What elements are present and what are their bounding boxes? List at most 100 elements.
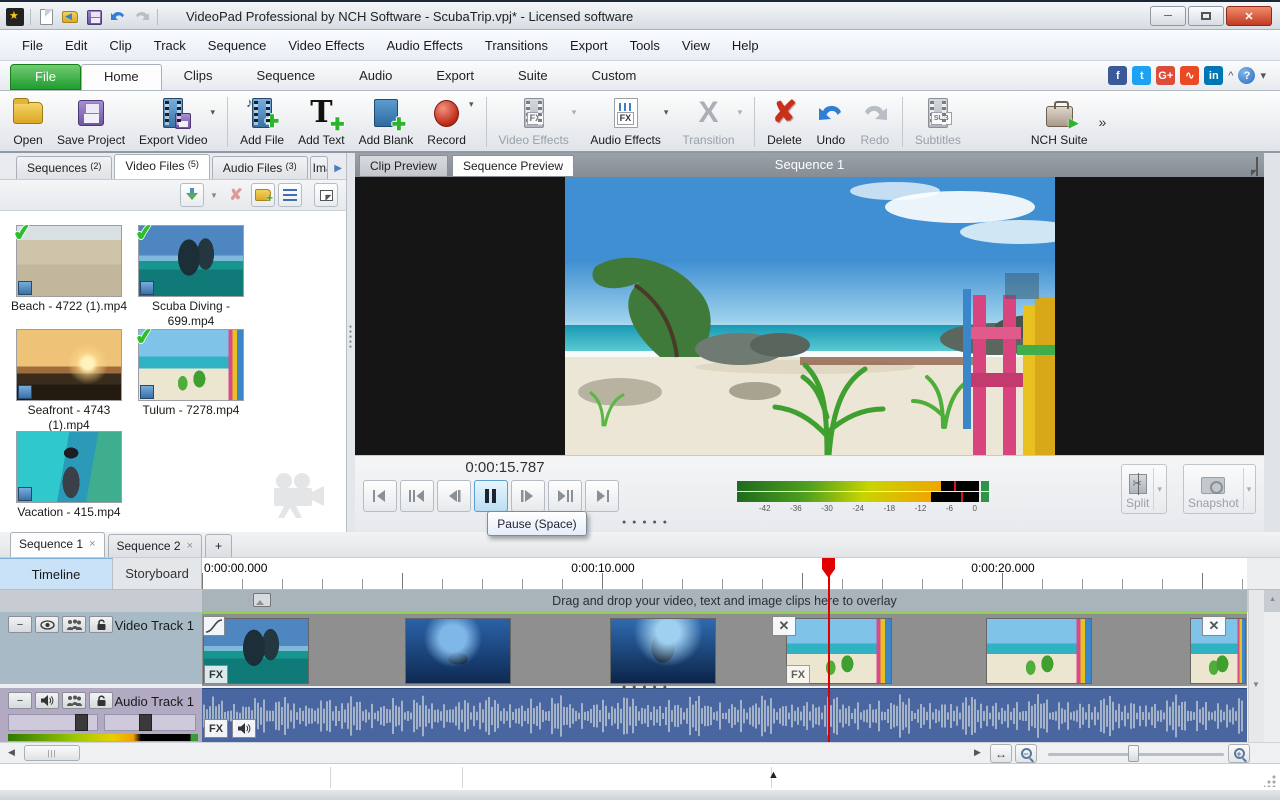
clip-fx-badge[interactable]: FX <box>204 719 228 738</box>
tab-suite[interactable]: Suite <box>496 64 570 90</box>
track-lock-button[interactable] <box>89 616 113 633</box>
menu-audio-effects[interactable]: Audio Effects <box>377 34 473 57</box>
minimize-button[interactable]: ─ <box>1150 6 1186 26</box>
tab-sequence[interactable]: Sequence <box>235 64 338 90</box>
stumbleupon-icon[interactable]: ∿ <box>1180 66 1199 85</box>
step-forward-button[interactable] <box>511 480 545 512</box>
float-preview-button[interactable] <box>1256 158 1258 176</box>
nch-suite-button[interactable]: ▶ NCH Suite <box>1024 93 1095 151</box>
zoom-in-button[interactable]: + <box>1228 744 1250 763</box>
menu-sequence[interactable]: Sequence <box>198 34 277 57</box>
file-thumbnail[interactable] <box>16 431 122 503</box>
audio-effects-dropdown-icon[interactable]: ▾ <box>664 107 669 118</box>
playhead-line[interactable] <box>828 558 830 742</box>
record-dropdown-icon[interactable]: ▾ <box>469 99 474 110</box>
collapse-track-button[interactable]: − <box>8 616 32 633</box>
close-tab-icon[interactable]: × <box>187 540 193 552</box>
undo-button[interactable]: Undo <box>809 93 853 151</box>
go-to-end-button[interactable] <box>585 480 619 512</box>
maximize-button[interactable] <box>1188 6 1224 26</box>
export-dropdown-icon[interactable]: ▾ <box>211 107 216 118</box>
tab-clips[interactable]: Clips <box>162 64 235 90</box>
horizontal-splitter-handle[interactable]: ● ● ● ● ● <box>622 519 669 526</box>
save-project-button[interactable]: Save Project <box>50 93 132 151</box>
view-timeline-button[interactable]: Timeline <box>0 558 113 590</box>
previous-clip-button[interactable] <box>400 480 434 512</box>
tab-clip-preview[interactable]: Clip Preview <box>359 155 448 177</box>
close-tab-icon[interactable]: × <box>89 538 95 550</box>
zoom-slider-knob[interactable] <box>1128 745 1139 762</box>
tab-home[interactable]: Home <box>81 64 162 90</box>
clip-fx-badge[interactable]: FX <box>204 665 228 684</box>
fade-badge-icon[interactable] <box>203 616 225 636</box>
panel-splitter[interactable]: ●●●●● <box>347 153 355 532</box>
twitter-icon[interactable]: t <box>1132 66 1151 85</box>
timeline-clip-frame[interactable] <box>986 618 1092 684</box>
menu-export[interactable]: Export <box>560 34 618 57</box>
help-icon[interactable]: ? <box>1238 67 1255 84</box>
volume-slider[interactable] <box>8 714 98 731</box>
tab-audio[interactable]: Audio <box>337 64 414 90</box>
next-clip-button[interactable] <box>548 480 582 512</box>
pause-button[interactable] <box>474 480 508 512</box>
audio-track-lane[interactable]: FX <box>202 688 1247 742</box>
redo-icon[interactable] <box>133 8 151 26</box>
open-button[interactable]: Open <box>6 93 50 151</box>
undo-icon[interactable] <box>109 8 127 26</box>
close-button[interactable]: ✕ <box>1226 6 1272 26</box>
file-thumbnail[interactable]: ✔ <box>138 225 244 297</box>
record-button[interactable]: Record ▾ <box>420 93 480 151</box>
pan-slider[interactable] <box>104 714 196 731</box>
file-thumbnail[interactable]: ✔ <box>16 225 122 297</box>
step-back-button[interactable] <box>437 480 471 512</box>
new-folder-button[interactable] <box>251 183 275 207</box>
new-sequence-tab-button[interactable]: + <box>205 534 232 557</box>
media-tabs-scroll-icon[interactable]: ▶ <box>334 163 342 174</box>
track-visibility-button[interactable] <box>35 616 59 633</box>
timeline-vertical-scrollbar[interactable]: ▼ <box>1248 590 1264 742</box>
file-thumbnail[interactable]: ✔ <box>138 329 244 401</box>
collapse-ribbon-icon[interactable]: ^ <box>1228 70 1233 82</box>
scroll-left-icon[interactable]: ◀ <box>8 747 15 758</box>
tab-custom[interactable]: Custom <box>570 64 659 90</box>
help-dropdown-icon[interactable]: ▾ <box>1260 69 1266 82</box>
tab-images[interactable]: Images <box>310 156 328 179</box>
add-text-button[interactable]: T✚ Add Text <box>291 93 351 151</box>
tab-sequence-1[interactable]: Sequence 1 × <box>10 532 105 557</box>
file-item-scuba-diving[interactable]: ✔ Scuba Diving - 699.mp4 <box>132 225 250 329</box>
track-group-button[interactable] <box>62 692 86 709</box>
file-thumbnail[interactable] <box>16 329 122 401</box>
overlay-drop-zone[interactable]: Drag and drop your video, text and image… <box>202 590 1247 612</box>
menu-edit[interactable]: Edit <box>55 34 97 57</box>
new-project-icon[interactable] <box>37 8 55 26</box>
tab-sequence-2[interactable]: Sequence 2 × <box>108 534 203 557</box>
menu-track[interactable]: Track <box>144 34 196 57</box>
file-item-tulum[interactable]: ✔ Tulum - 7278.mp4 <box>132 329 250 418</box>
export-video-button[interactable]: Export Video ▾ <box>132 93 222 151</box>
fit-timeline-button[interactable]: ↔ <box>990 744 1012 763</box>
menu-help[interactable]: Help <box>722 34 769 57</box>
track-group-button[interactable] <box>62 616 86 633</box>
file-item-seafront[interactable]: Seafront - 4743 (1).mp4 <box>10 329 128 433</box>
tab-sequence-preview[interactable]: Sequence Preview <box>452 155 574 177</box>
tab-audio-files[interactable]: Audio Files (3) <box>212 156 308 179</box>
clip-audio-badge[interactable] <box>232 719 256 738</box>
file-item-beach[interactable]: ✔ Beach - 4722 (1).mp4 <box>10 225 128 314</box>
zoom-out-button[interactable]: − <box>1015 744 1037 763</box>
open-project-icon[interactable] <box>61 8 79 26</box>
go-to-start-button[interactable] <box>363 480 397 512</box>
tab-sequences[interactable]: Sequences (2) <box>16 156 112 179</box>
timeline-clip-frame[interactable] <box>405 618 511 684</box>
menu-tools[interactable]: Tools <box>620 34 670 57</box>
scroll-right-icon[interactable]: ▶ <box>974 747 981 758</box>
menu-view[interactable]: View <box>672 34 720 57</box>
track-lock-button[interactable] <box>89 692 113 709</box>
save-project-icon[interactable] <box>85 8 103 26</box>
add-to-sequence-dropdown-icon[interactable]: ▼ <box>207 183 221 207</box>
float-panel-button[interactable] <box>314 183 338 207</box>
view-storyboard-button[interactable]: Storyboard <box>113 558 202 590</box>
timeline-clip-frame[interactable] <box>610 618 716 684</box>
track-splitter-handle[interactable]: ● ● ● ● ● <box>622 684 669 691</box>
audio-effects-button[interactable]: FX Audio Effects ▾ <box>583 93 675 151</box>
resize-grip[interactable] <box>1264 775 1276 787</box>
